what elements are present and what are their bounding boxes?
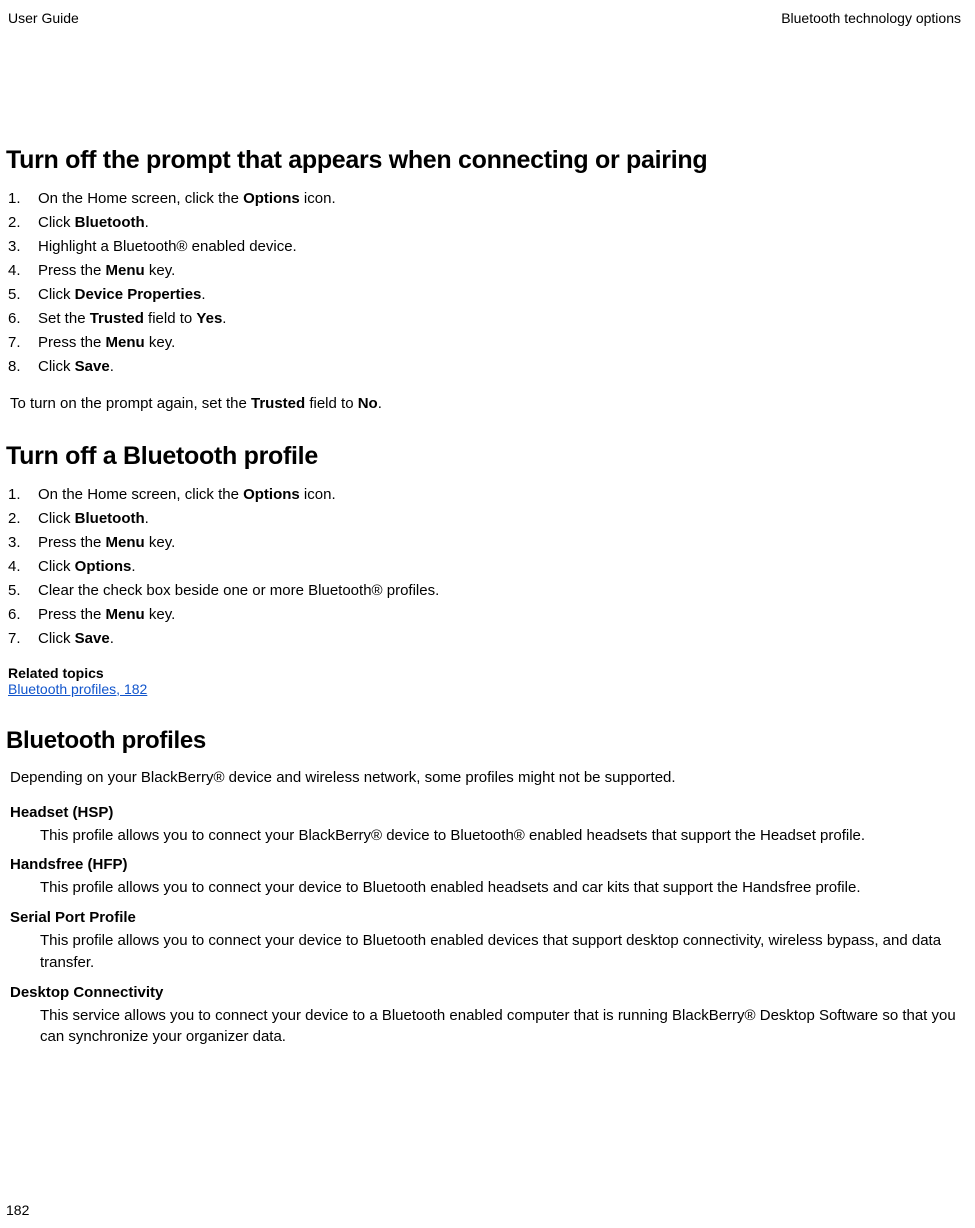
- step-text: Press the Menu key.: [38, 259, 175, 283]
- step-number: 2.: [8, 507, 38, 531]
- step-text: Click Save.: [38, 355, 114, 379]
- related-topics-link[interactable]: Bluetooth profiles, 182: [6, 681, 147, 697]
- step-item: 7.Press the Menu key.: [8, 331, 961, 355]
- step-item: 1.On the Home screen, click the Options …: [8, 483, 961, 507]
- step-number: 8.: [8, 355, 38, 379]
- profile-description: This profile allows you to connect your …: [6, 877, 961, 899]
- step-item: 3.Press the Menu key.: [8, 531, 961, 555]
- page-content: Turn off the prompt that appears when co…: [6, 26, 961, 1048]
- step-text: Click Device Properties.: [38, 283, 206, 307]
- related-topics-heading: Related topics: [6, 665, 961, 681]
- step-text: Click Options.: [38, 555, 136, 579]
- step-text: Set the Trusted field to Yes.: [38, 307, 226, 331]
- step-number: 4.: [8, 259, 38, 283]
- section2-title: Turn off a Bluetooth profile: [6, 442, 961, 471]
- step-item: 6.Press the Menu key.: [8, 603, 961, 627]
- step-number: 7.: [8, 331, 38, 355]
- section1-title: Turn off the prompt that appears when co…: [6, 146, 961, 175]
- section3-items: Headset (HSP) This profile allows you to …: [6, 804, 961, 1049]
- profile-term: Headset (HSP): [6, 804, 961, 821]
- step-item: 5.Clear the check box beside one or more…: [8, 579, 961, 603]
- step-text: Click Save.: [38, 627, 114, 651]
- section1-after: To turn on the prompt again, set the Tru…: [6, 393, 961, 416]
- profile-term: Serial Port Profile: [6, 909, 961, 926]
- step-item: 1.On the Home screen, click the Options …: [8, 187, 961, 211]
- section1-steps: 1.On the Home screen, click the Options …: [6, 187, 961, 379]
- step-number: 2.: [8, 211, 38, 235]
- page: User Guide Bluetooth technology options …: [0, 0, 975, 1228]
- step-number: 5.: [8, 579, 38, 603]
- step-number: 1.: [8, 483, 38, 507]
- profile-term: Handsfree (HFP): [6, 856, 961, 873]
- profile-description: This profile allows you to connect your …: [6, 825, 961, 847]
- header-left: User Guide: [8, 10, 79, 26]
- step-item: 8.Click Save.: [8, 355, 961, 379]
- step-item: 7.Click Save.: [8, 627, 961, 651]
- step-item: 3.Highlight a Bluetooth® enabled device.: [8, 235, 961, 259]
- step-item: 4.Press the Menu key.: [8, 259, 961, 283]
- page-header: User Guide Bluetooth technology options: [6, 10, 961, 26]
- page-number: 182: [6, 1202, 29, 1218]
- step-text: Highlight a Bluetooth® enabled device.: [38, 235, 297, 259]
- step-number: 5.: [8, 283, 38, 307]
- step-text: Click Bluetooth.: [38, 507, 149, 531]
- step-item: 2.Click Bluetooth.: [8, 211, 961, 235]
- step-number: 6.: [8, 603, 38, 627]
- header-right: Bluetooth technology options: [781, 10, 961, 26]
- step-text: Press the Menu key.: [38, 603, 175, 627]
- step-text: Press the Menu key.: [38, 531, 175, 555]
- step-number: 7.: [8, 627, 38, 651]
- step-number: 3.: [8, 235, 38, 259]
- step-text: On the Home screen, click the Options ic…: [38, 187, 336, 211]
- profile-term: Desktop Connectivity: [6, 984, 961, 1001]
- step-item: 2.Click Bluetooth.: [8, 507, 961, 531]
- section2-steps: 1.On the Home screen, click the Options …: [6, 483, 961, 651]
- step-text: On the Home screen, click the Options ic…: [38, 483, 336, 507]
- step-text: Click Bluetooth.: [38, 211, 149, 235]
- step-number: 6.: [8, 307, 38, 331]
- step-text: Press the Menu key.: [38, 331, 175, 355]
- profile-description: This profile allows you to connect your …: [6, 930, 961, 974]
- section3-title: Bluetooth profiles: [6, 727, 961, 755]
- step-item: 4.Click Options.: [8, 555, 961, 579]
- profile-description: This service allows you to connect your …: [6, 1005, 961, 1049]
- step-item: 5.Click Device Properties.: [8, 283, 961, 307]
- section3-intro: Depending on your BlackBerry® device and…: [6, 769, 961, 786]
- step-text: Clear the check box beside one or more B…: [38, 579, 439, 603]
- page-footer: 182: [6, 1202, 29, 1218]
- step-number: 3.: [8, 531, 38, 555]
- step-number: 1.: [8, 187, 38, 211]
- step-item: 6.Set the Trusted field to Yes.: [8, 307, 961, 331]
- step-number: 4.: [8, 555, 38, 579]
